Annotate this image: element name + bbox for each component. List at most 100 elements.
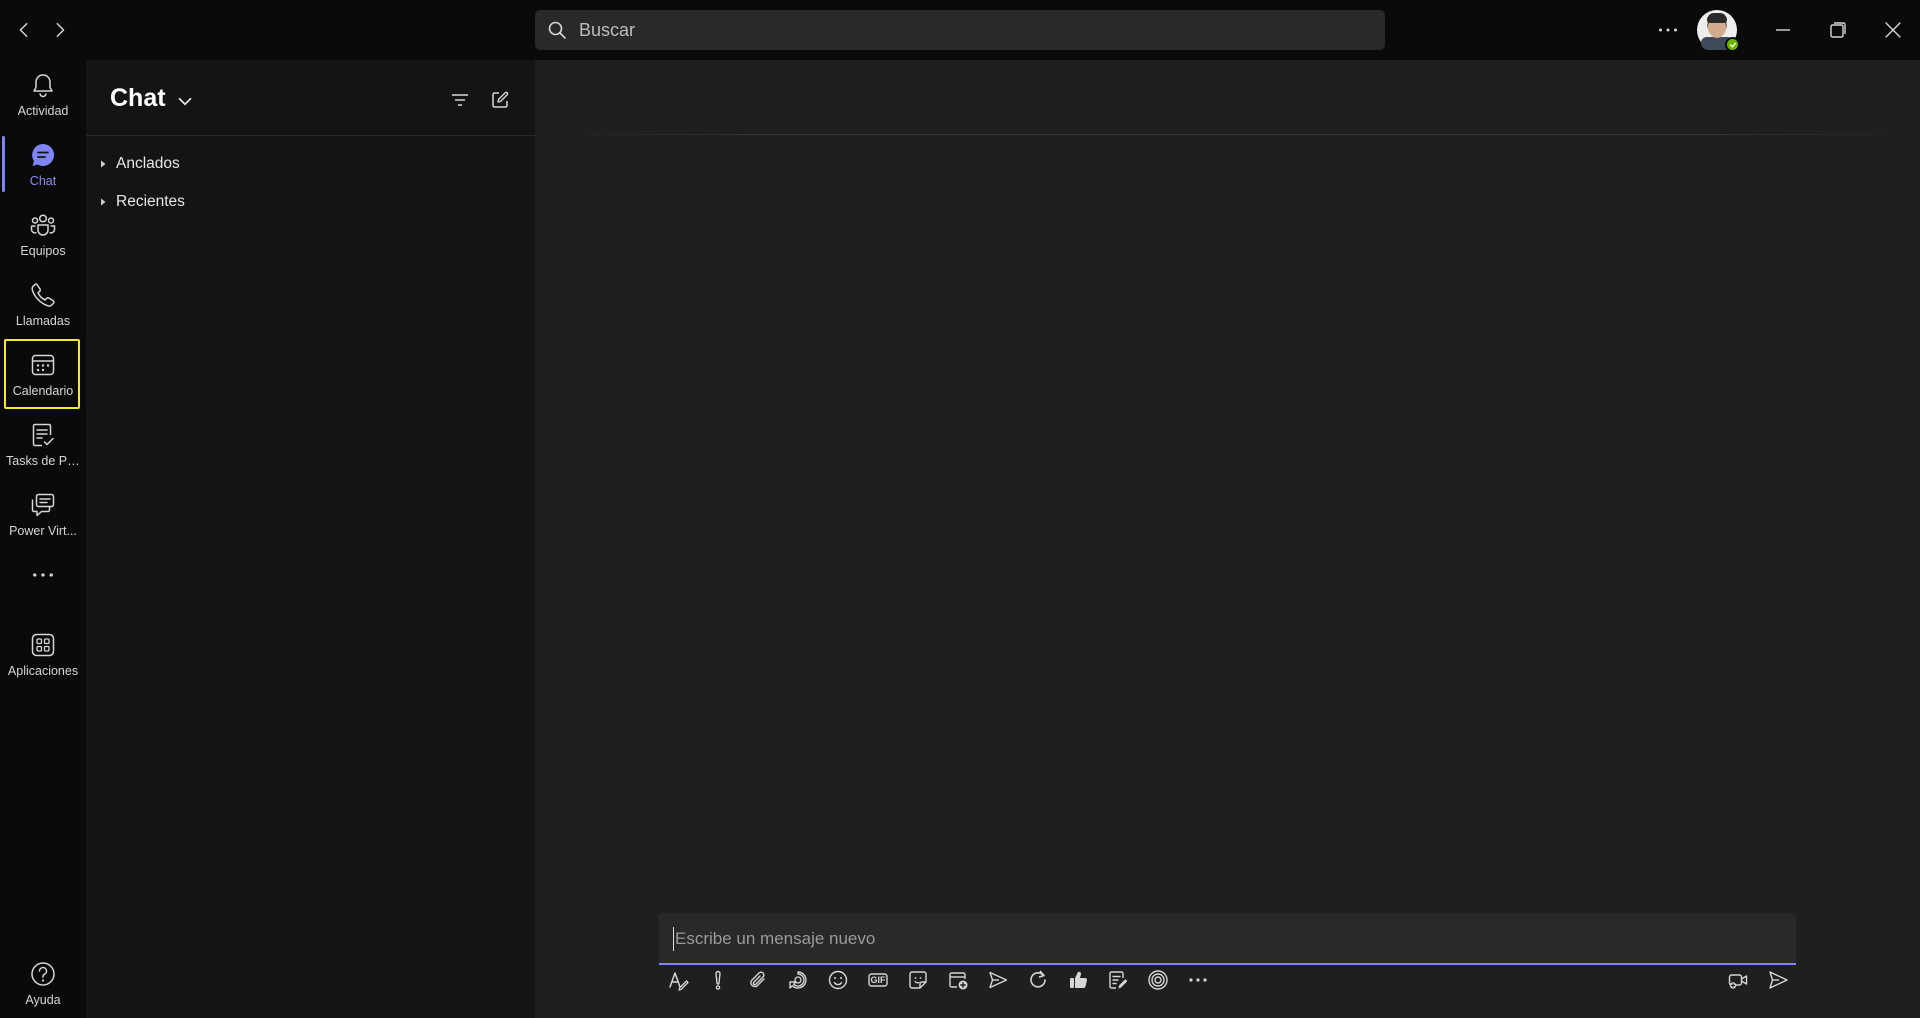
appbar-item-label: Ayuda (25, 992, 61, 1007)
page-title: Chat (110, 84, 166, 112)
tasks-icon (32, 423, 54, 446)
appbar-item-label: Llamadas (15, 313, 71, 328)
help-icon (31, 961, 55, 986)
user-avatar[interactable] (1697, 10, 1740, 52)
appbar-item-calendario[interactable]: Calendario (5, 340, 81, 408)
chat-icon (32, 143, 55, 166)
chat-list-pane: Chat Anclados Recientes (86, 60, 535, 1018)
forward-button[interactable] (44, 14, 76, 46)
video-clip-icon (1728, 974, 1748, 989)
loop-button[interactable] (781, 963, 815, 997)
teams-icon (30, 213, 56, 236)
conversation-pane (535, 60, 1920, 1018)
close-button[interactable] (1870, 8, 1916, 52)
back-button[interactable] (8, 14, 40, 46)
message-input[interactable] (673, 927, 1773, 951)
power-virtual-agents-icon (31, 493, 55, 516)
appbar-item-llamadas[interactable]: Llamadas (5, 270, 81, 338)
search-input[interactable] (577, 18, 1385, 42)
avatar-hair (1707, 13, 1727, 23)
approvals-icon (1070, 971, 1087, 989)
sticker-icon (909, 971, 927, 989)
approvals-button[interactable] (1061, 963, 1095, 997)
caret-right-icon (101, 160, 106, 168)
restore-button[interactable] (1815, 8, 1861, 52)
appbar-item-aplicaciones[interactable]: Aplicaciones (5, 620, 81, 688)
section-label: Recientes (116, 193, 185, 210)
send-button[interactable] (1761, 963, 1795, 997)
phone-icon (31, 282, 55, 307)
minimize-icon (1776, 29, 1790, 31)
new-chat-button[interactable] (484, 84, 516, 116)
appbar-item-equipos[interactable]: Equipos (5, 200, 81, 268)
section-label: Anclados (116, 155, 180, 172)
more-icon (1189, 978, 1207, 982)
search-box[interactable] (535, 10, 1385, 50)
format-icon (669, 972, 689, 991)
appbar-item-chat[interactable]: Chat (5, 130, 81, 198)
appbar-item-label: Aplicaciones (7, 663, 79, 678)
caret-right-icon (101, 198, 106, 206)
minimize-button[interactable] (1760, 8, 1806, 52)
send-icon (1769, 971, 1788, 989)
chevron-right-icon (56, 22, 65, 38)
viva-button[interactable] (1141, 963, 1175, 997)
schedule-meeting-button[interactable] (941, 963, 975, 997)
close-icon (1885, 22, 1901, 38)
stream-icon (989, 971, 1008, 989)
appbar-item-tasks[interactable]: Tasks de Pl... (5, 410, 81, 478)
appbar-item-ayuda[interactable]: Ayuda (5, 949, 81, 1017)
appbar-item-label: Tasks de Pl... (6, 453, 80, 468)
emoji-button[interactable] (821, 963, 855, 997)
presence-available-icon (1725, 37, 1740, 52)
chevron-down-icon[interactable] (174, 90, 196, 112)
settings-more-button[interactable] (1650, 14, 1686, 46)
chevron-left-icon (19, 22, 28, 38)
restore-icon (1830, 22, 1846, 38)
gif-icon: GIF (868, 973, 888, 987)
compose-icon (492, 91, 509, 108)
more-options-button[interactable] (1181, 963, 1215, 997)
appbar-item-label: Chat (29, 173, 57, 188)
appbar-item-actividad[interactable]: Actividad (5, 60, 81, 128)
sticker-button[interactable] (901, 963, 935, 997)
message-composer[interactable] (659, 913, 1796, 965)
important-icon (715, 970, 721, 990)
header-divider (549, 134, 1919, 135)
praise-button[interactable] (1021, 963, 1055, 997)
send-later-button[interactable] (981, 963, 1015, 997)
important-button[interactable] (701, 963, 735, 997)
search-icon (548, 21, 566, 39)
appbar-item-power-virtual-agents[interactable]: Power Virt... (5, 480, 81, 548)
loop-icon (789, 971, 807, 989)
gif-label: GIF (871, 975, 887, 985)
section-anclados[interactable]: Anclados (96, 149, 516, 179)
appbar-item-label: Actividad (17, 103, 69, 118)
more-horizontal-icon (33, 573, 53, 577)
forms-icon (1109, 971, 1127, 989)
section-recientes[interactable]: Recientes (96, 187, 516, 217)
viva-icon (1148, 970, 1168, 990)
praise-icon (1030, 970, 1046, 988)
schedule-meeting-icon (949, 972, 968, 990)
app-bar: Actividad Chat Equipos Llamadas Calendar… (0, 60, 86, 1018)
chat-header: Chat (86, 60, 535, 136)
appbar-item-label: Equipos (20, 243, 66, 258)
gif-button[interactable]: GIF (861, 963, 895, 997)
title-bar (0, 0, 1920, 60)
filter-button[interactable] (444, 84, 476, 116)
appbar-item-label: Calendario (12, 383, 74, 398)
calendar-icon (31, 354, 55, 375)
appbar-item-label: Power Virt... (9, 523, 77, 538)
format-button[interactable] (661, 963, 695, 997)
video-clip-button[interactable] (1721, 963, 1755, 997)
more-horizontal-icon (1659, 28, 1677, 32)
apps-icon (31, 633, 55, 656)
appbar-more-apps-button[interactable] (5, 550, 81, 600)
bell-icon (33, 73, 53, 97)
emoji-icon (828, 970, 848, 990)
forms-button[interactable] (1101, 963, 1135, 997)
attach-icon (750, 971, 765, 988)
attach-button[interactable] (741, 963, 775, 997)
filter-icon (451, 94, 469, 106)
